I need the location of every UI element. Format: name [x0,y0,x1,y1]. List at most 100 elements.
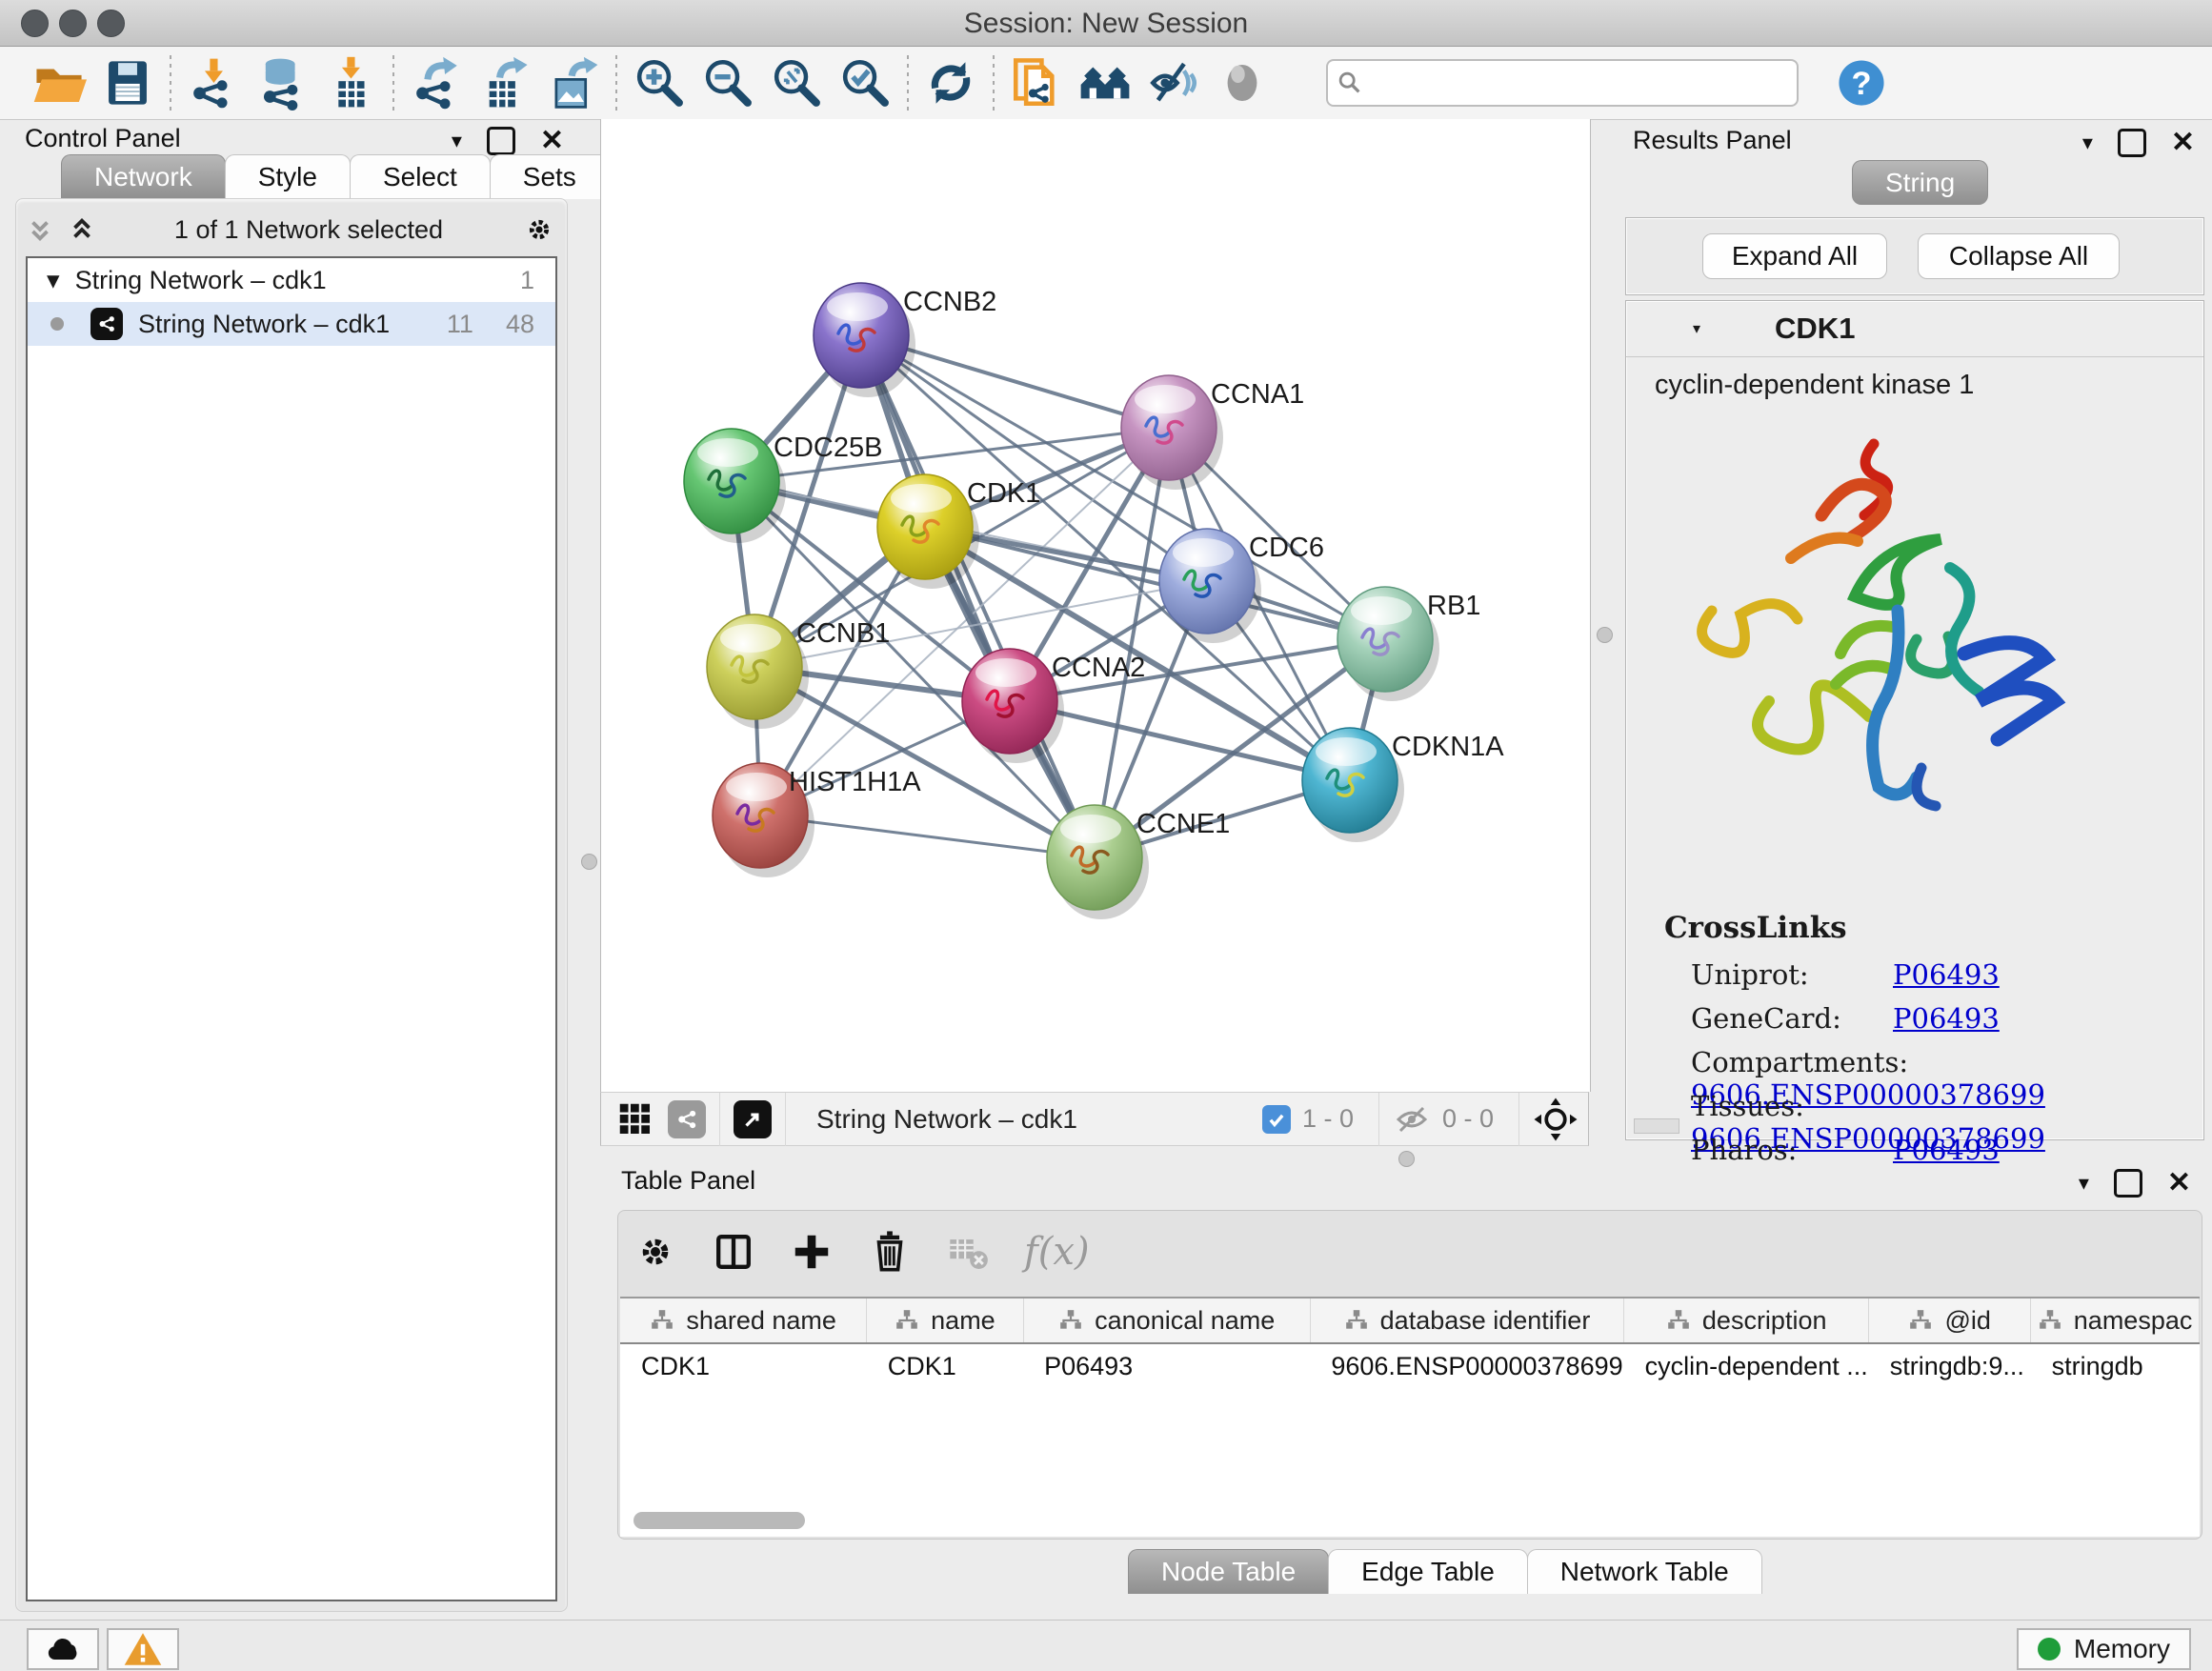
hidden-eye-icon [1393,1104,1431,1135]
show-glass-ball-button[interactable] [1208,50,1277,115]
expand-all-networks-icon[interactable] [26,215,54,244]
node-CDC6[interactable]: CDC6 [1159,529,1324,643]
panel-close-icon[interactable]: ✕ [540,124,564,157]
zoom-selected-button[interactable] [831,50,899,115]
table-options-gear-icon[interactable] [633,1230,677,1274]
panel-close-icon[interactable]: ✕ [2167,1166,2191,1199]
node-CDKN1A[interactable]: CDKN1A [1302,728,1504,842]
crosslinks-heading: CrossLinks [1664,911,1847,945]
export-table-button[interactable] [471,50,539,115]
save-session-button[interactable] [93,50,162,115]
network-collection-row[interactable]: ▾ String Network – cdk1 1 [28,258,555,302]
table-cell[interactable]: stringdb [2031,1343,2200,1388]
table-cell[interactable]: P06493 [1023,1343,1310,1388]
column-header-shared-name[interactable]: shared name [620,1299,867,1343]
network-row[interactable]: String Network – cdk1 11 48 [28,302,555,346]
open-folder-icon [31,55,87,111]
crosslink-link[interactable]: P06493 [1893,958,2000,991]
node-RB1[interactable]: RB1 [1337,587,1480,701]
column-header-name[interactable]: name [867,1299,1023,1343]
tab-node-table[interactable]: Node Table [1128,1549,1329,1594]
import-database-button[interactable] [248,50,316,115]
clone-network-button[interactable] [1002,50,1071,115]
enhance-labels-button[interactable] [1139,50,1208,115]
tab-network[interactable]: Network [61,154,226,199]
detach-view-icon[interactable] [734,1100,772,1138]
tab-edge-table[interactable]: Edge Table [1328,1549,1528,1594]
cloud-status-button[interactable] [27,1628,99,1670]
string-home-button[interactable] [1071,50,1139,115]
protein-name: CDK1 [1775,312,1855,346]
network-view[interactable]: CCNB2CCNA1CDC25BCDK1CDC6RB1CCNB1CCNA2CDK… [600,119,1591,1092]
table-hscrollbar[interactable] [633,1512,805,1529]
export-image-button[interactable] [539,50,608,115]
tree-expand-icon[interactable]: ▾ [47,266,60,295]
network-graph[interactable]: CCNB2CCNA1CDC25BCDK1CDC6RB1CCNB1CCNA2CDK… [601,119,1590,1092]
card-expand-icon[interactable]: ▾ [1693,319,1700,338]
zoom-out-button[interactable] [694,50,762,115]
node-CCNB1[interactable]: CCNB1 [707,614,890,729]
add-column-icon[interactable] [790,1230,834,1274]
column-header-description[interactable]: description [1624,1299,1869,1343]
table-row[interactable]: CDK1CDK1P064939606.ENSP00000378699cyclin… [620,1343,2200,1388]
function-builder-button[interactable]: f(x) [1024,1230,1090,1274]
right-splitter-handle[interactable] [1597,627,1613,643]
node-HIST1H1A[interactable]: HIST1H1A [713,763,921,877]
results-hscrollbar[interactable] [1634,1118,1679,1134]
panel-collapse-icon[interactable]: ▾ [2079,1171,2089,1196]
import-table-button[interactable] [316,50,385,115]
expand-all-button[interactable]: Expand All [1702,233,1887,279]
panel-close-icon[interactable]: ✕ [2171,126,2195,159]
search-input[interactable] [1372,63,1797,103]
node-CCNA2[interactable]: CCNA2 [962,649,1145,763]
selected-checkbox-icon[interactable] [1262,1105,1291,1134]
tab-network-table[interactable]: Network Table [1527,1549,1762,1594]
show-columns-icon[interactable] [712,1230,755,1274]
tab-select[interactable]: Select [350,154,491,199]
export-network-button[interactable] [402,50,471,115]
table-cell[interactable]: cyclin-dependent ... [1624,1343,1869,1388]
control-panel-title: Control Panel [25,124,181,153]
crosslink-link[interactable]: P06493 [1893,1002,2000,1035]
tab-string[interactable]: String [1852,160,1988,205]
open-session-button[interactable] [25,50,93,115]
panel-float-icon[interactable] [2118,129,2146,157]
tab-sets[interactable]: Sets [490,154,610,199]
table-cell[interactable]: stringdb:9... [1869,1343,2031,1388]
fit-selected-crosshair-icon[interactable] [1533,1097,1579,1142]
column-header-@id[interactable]: @id [1869,1299,2031,1343]
zoom-fit-button[interactable] [762,50,831,115]
table-cell[interactable]: 9606.ENSP00000378699 [1310,1343,1623,1388]
column-header-namespac[interactable]: namespac [2031,1299,2200,1343]
table-cell[interactable]: CDK1 [867,1343,1023,1388]
warnings-button[interactable] [107,1628,179,1670]
birdseye-grid-icon[interactable] [616,1100,654,1138]
network-node-count: 11 [447,310,473,339]
help-button[interactable]: ? [1827,50,1896,115]
collapse-all-button[interactable]: Collapse All [1918,233,2120,279]
panel-float-icon[interactable] [2114,1169,2142,1198]
left-splitter-handle[interactable] [581,854,597,870]
node-CCNE1[interactable]: CCNE1 [1047,805,1230,919]
column-header-canonical-name[interactable]: canonical name [1023,1299,1310,1343]
column-header-database-identifier[interactable]: database identifier [1310,1299,1623,1343]
panel-float-icon[interactable] [487,127,515,155]
network-options-gear-icon[interactable] [521,211,557,248]
zoom-in-button[interactable] [625,50,694,115]
crosslink-link[interactable]: P06493 [1893,1134,2000,1166]
node-CCNB2[interactable]: CCNB2 [814,283,996,397]
node-CDC25B[interactable]: CDC25B [684,429,882,543]
search-box[interactable] [1326,59,1799,107]
import-network-button[interactable] [179,50,248,115]
delete-column-icon[interactable] [868,1230,912,1274]
memory-button[interactable]: Memory [2017,1628,2191,1670]
table-cell[interactable]: CDK1 [620,1343,867,1388]
delete-table-icon[interactable] [946,1230,990,1274]
network-view-icon[interactable] [668,1100,706,1138]
collapse-all-networks-icon[interactable] [68,215,96,244]
tab-style[interactable]: Style [225,154,351,199]
refresh-view-button[interactable] [916,50,985,115]
protein-card-header[interactable]: ▾ CDK1 [1626,301,2203,357]
panel-collapse-icon[interactable]: ▾ [2082,131,2093,155]
panel-collapse-icon[interactable]: ▾ [452,129,462,153]
